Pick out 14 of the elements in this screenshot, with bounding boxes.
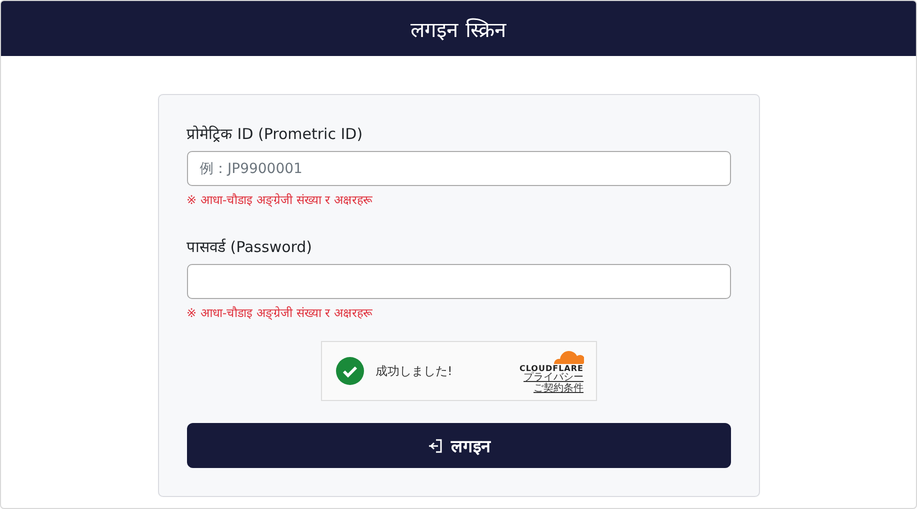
input-field[interactable] [186, 264, 730, 299]
login-icon [427, 438, 443, 454]
footer-link[interactable]: プライバシー [524, 373, 584, 384]
input-field[interactable]: 例：JP9900001 [186, 151, 730, 186]
brand-logo: CLOUDFLARE [520, 364, 584, 373]
check-icon [336, 357, 364, 385]
footer-link[interactable]: ご契約条件 [534, 384, 584, 394]
captcha-status: 成功しました! [376, 362, 454, 380]
page-title: लगइन स्क्रिन [410, 16, 506, 42]
hint-text: ※ आधा-चौडाइ अङ्ग्रेजी संख्या र अक्षरहरू [186, 192, 374, 208]
login-button[interactable]: लगइन [186, 423, 730, 468]
field-label: पासवर्ड (Password) [186, 237, 314, 256]
hint-text: ※ आधा-चौडाइ अङ्ग्रेजी संख्या र अक्षरहरू [186, 305, 374, 321]
field-label: प्रोमेट्रिक ID (Prometric ID) [186, 124, 364, 143]
